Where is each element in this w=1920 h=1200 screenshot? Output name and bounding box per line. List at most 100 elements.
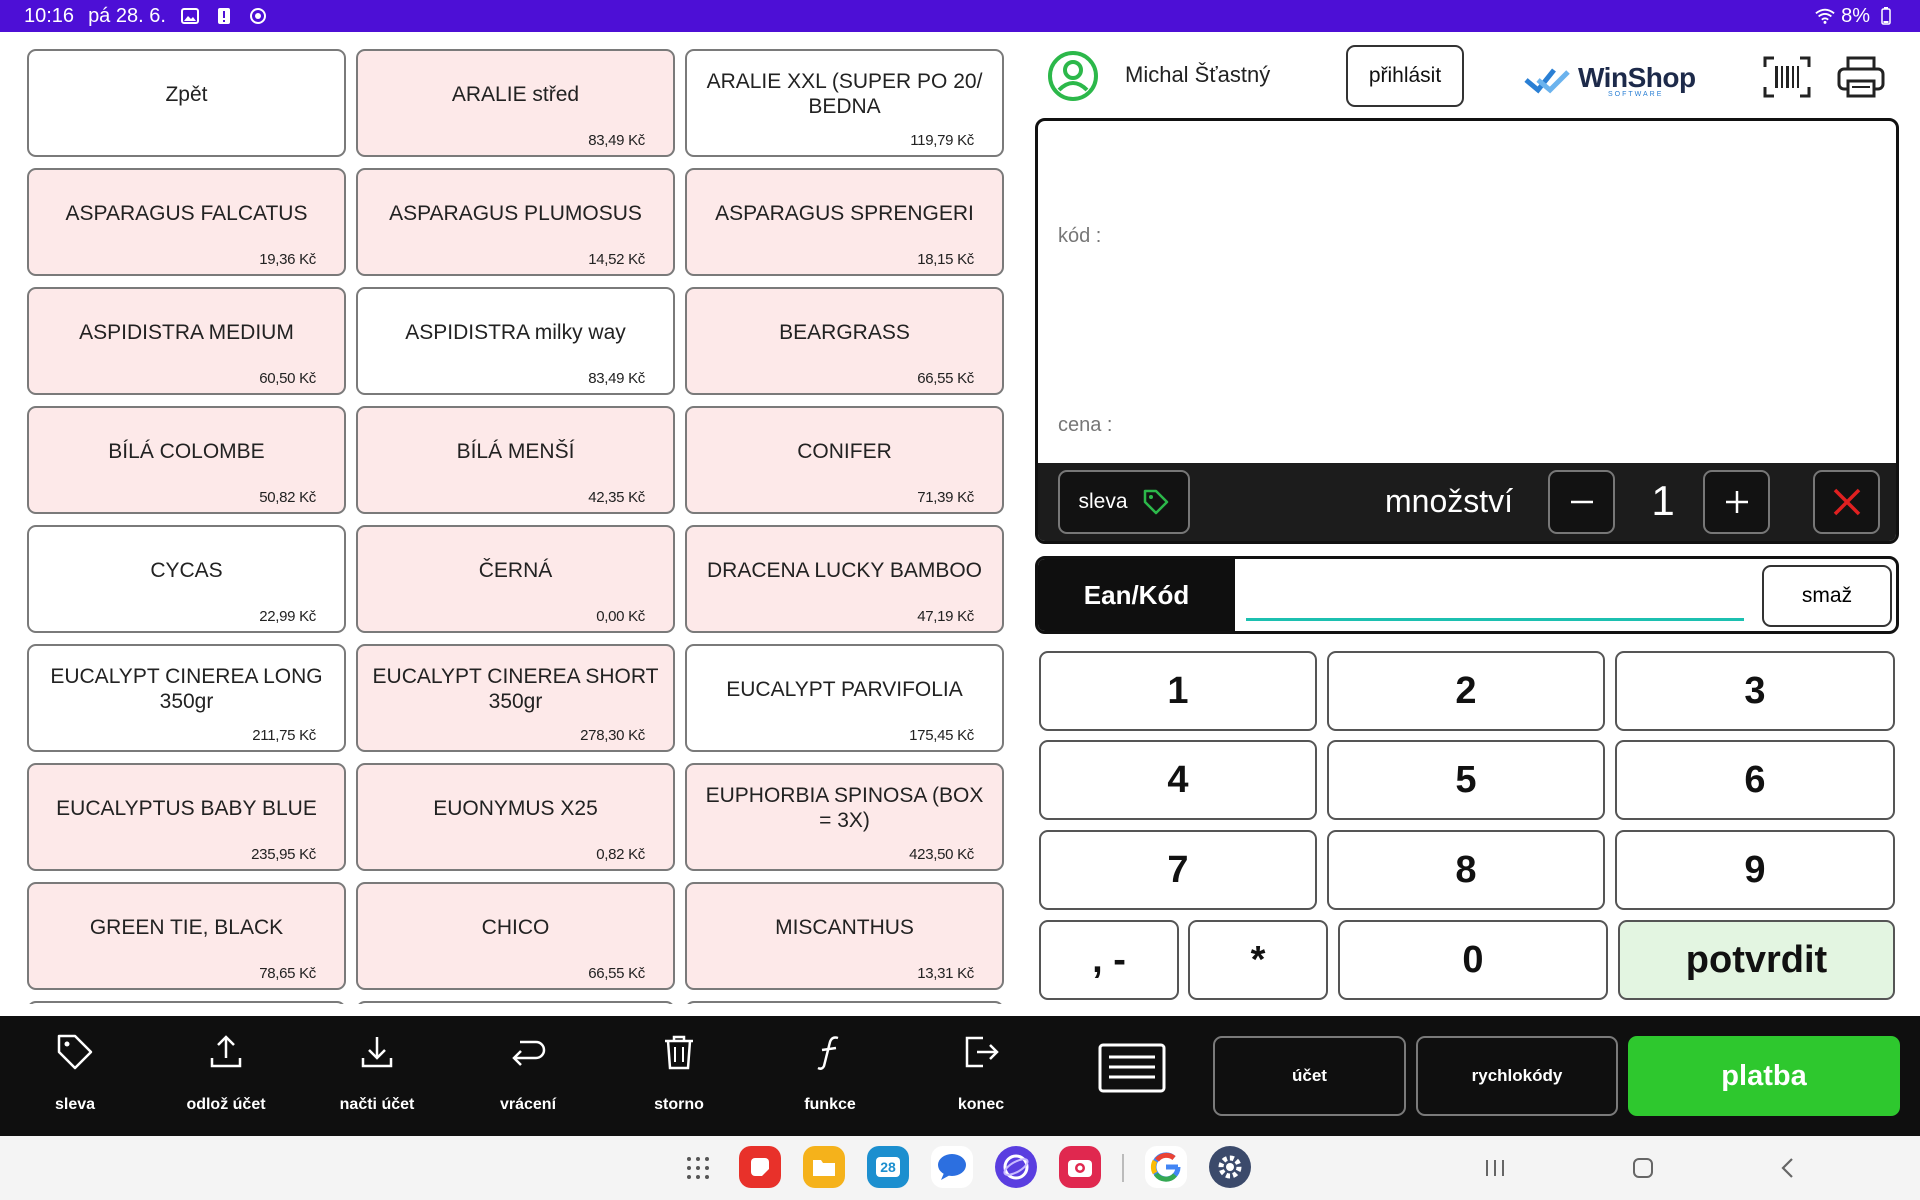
product-price: 66,55 Kč [588, 965, 645, 982]
key-1[interactable]: 1 [1039, 651, 1317, 731]
product-tile[interactable]: BEARGRASS 66,55 Kč [685, 287, 1004, 395]
quantity-label: množství [1385, 483, 1514, 519]
toolbar-exit-button[interactable]: konec [916, 1028, 1046, 1128]
key-8[interactable]: 8 [1327, 830, 1605, 910]
product-name: ARALIE střed [451, 82, 580, 106]
product-price: 22,99 Kč [259, 608, 316, 625]
key-5[interactable]: 5 [1327, 740, 1605, 820]
files-app-icon[interactable] [803, 1146, 845, 1188]
product-tile[interactable]: ARALIE XXL (SUPER PO 20/ BEDNA 119,79 Kč [685, 49, 1004, 157]
product-tile[interactable]: EUPHORBIA SPINOSA (BOX = 3X) 423,50 Kč [685, 763, 1004, 871]
product-name: Zpět [165, 82, 208, 106]
toolbar-label: odlož účet [186, 1096, 266, 1113]
user-name: Michal Šťastný [1125, 62, 1271, 87]
key-9[interactable]: 9 [1615, 830, 1895, 910]
product-tile[interactable]: EUCALYPT CINEREA LONG 350gr 211,75 Kč [27, 644, 346, 752]
product-tile[interactable]: ASPIDISTRA milky way 83,49 Kč [356, 287, 675, 395]
recent-apps-button[interactable] [1475, 1150, 1515, 1186]
quickcodes-button[interactable]: rychlokódy [1416, 1036, 1618, 1116]
notes-app-icon[interactable] [739, 1146, 781, 1188]
calendar-app-icon[interactable]: 28 [867, 1146, 909, 1188]
item-action-bar: sleva množství 1 [1038, 463, 1896, 541]
account-button[interactable]: účet [1213, 1036, 1406, 1116]
product-tile[interactable]: DRACENA LUCKY BAMBOO 47,19 Kč [685, 525, 1004, 633]
product-name: ARALIE XXL (SUPER PO 20/ BEDNA [706, 70, 983, 118]
user-avatar-icon[interactable] [1047, 50, 1099, 102]
product-tile[interactable]: EUCALYPT PARVIFOLIA 175,45 Kč [685, 644, 1004, 752]
messages-app-icon[interactable] [931, 1146, 973, 1188]
quantity-increase-button[interactable] [1703, 470, 1770, 534]
internet-app-icon[interactable] [995, 1146, 1037, 1188]
status-bar: 10:16 pá 28. 6. 8% [0, 0, 1920, 32]
product-price: 14,52 Kč [588, 251, 645, 268]
key-3[interactable]: 3 [1615, 651, 1895, 731]
app-drawer-icon[interactable] [678, 1150, 718, 1186]
confirm-button[interactable]: potvrdit [1618, 920, 1895, 1000]
product-tile[interactable]: ARALIE střed 83,49 Kč [356, 49, 675, 157]
remove-item-button[interactable] [1813, 470, 1880, 534]
product-tile[interactable]: GREEN TIE, BLACK 78,65 Kč [27, 882, 346, 990]
toolbar-label: konec [957, 1096, 1005, 1113]
pay-button[interactable]: platba [1628, 1036, 1900, 1116]
home-button[interactable] [1623, 1150, 1663, 1186]
product-tile[interactable]: EUCALYPTUS BABY BLUE 235,95 Kč [27, 763, 346, 871]
product-price: 66,55 Kč [917, 370, 974, 387]
barcode-scan-icon[interactable] [1762, 55, 1812, 99]
product-tile[interactable]: BÍLÁ COLOMBE 50,82 Kč [27, 406, 346, 514]
key-7[interactable]: 7 [1039, 830, 1317, 910]
product-price: 50,82 Kč [259, 489, 316, 506]
status-time: 10:16 [24, 4, 75, 27]
product-name: ASPARAGUS PLUMOSUS [389, 201, 642, 225]
key-asterisk[interactable]: * [1188, 920, 1328, 1000]
toolbar-discount-button[interactable]: sleva [10, 1028, 140, 1128]
key-4[interactable]: 4 [1039, 740, 1317, 820]
toolbar-functions-button[interactable]: funkce [765, 1028, 895, 1128]
key-0[interactable]: 0 [1338, 920, 1608, 1000]
settings-app-icon[interactable] [1209, 1146, 1251, 1188]
product-tile[interactable]: MISCANTHUS 13,31 Kč [685, 882, 1004, 990]
product-tile[interactable]: ASPARAGUS SPRENGERI 18,15 Kč [685, 168, 1004, 276]
product-name: BÍLÁ COLOMBE [108, 439, 265, 463]
toolbar-cancel-button[interactable]: storno [614, 1028, 744, 1128]
nav-divider [1122, 1154, 1124, 1182]
product-price: 18,15 Kč [917, 251, 974, 268]
key-6[interactable]: 6 [1615, 740, 1895, 820]
back-button[interactable] [1768, 1150, 1808, 1186]
toolbar-return-button[interactable]: vrácení [463, 1028, 593, 1128]
quantity-decrease-button[interactable] [1548, 470, 1615, 534]
product-price: 19,36 Kč [259, 251, 316, 268]
back-tile-button[interactable]: Zpět [27, 49, 346, 157]
printer-icon[interactable] [1836, 55, 1886, 99]
product-tile[interactable]: ASPARAGUS FALCATUS 19,36 Kč [27, 168, 346, 276]
ean-label: Ean/Kód [1038, 559, 1235, 631]
product-tile[interactable]: ASPIDISTRA MEDIUM 60,50 Kč [27, 287, 346, 395]
toolbar-label: vrácení [499, 1096, 557, 1113]
minus-icon [1570, 500, 1593, 504]
product-tile[interactable] [27, 1001, 346, 1004]
product-name: CONIFER [797, 439, 892, 463]
product-tile[interactable] [356, 1001, 675, 1004]
item-discount-button[interactable]: sleva [1058, 470, 1190, 534]
product-tile[interactable]: EUONYMUS X25 0,82 Kč [356, 763, 675, 871]
product-tile[interactable]: BÍLÁ MENŠÍ 42,35 Kč [356, 406, 675, 514]
key-comma-minus[interactable]: , - [1039, 920, 1179, 1000]
product-name: GREEN TIE, BLACK [89, 915, 284, 939]
toolbar-load-account-button[interactable]: načti účet [312, 1028, 442, 1128]
product-tile[interactable]: ČERNÁ 0,00 Kč [356, 525, 675, 633]
login-button[interactable]: přihlásit [1346, 45, 1464, 107]
clear-button[interactable]: smaž [1762, 565, 1892, 627]
product-tile[interactable]: CONIFER 71,39 Kč [685, 406, 1004, 514]
product-tile[interactable]: EUCALYPT CINEREA SHORT 350gr 278,30 Kč [356, 644, 675, 752]
camera-app-icon[interactable] [1059, 1146, 1101, 1188]
key-2[interactable]: 2 [1327, 651, 1605, 731]
product-price: 211,75 Kč [252, 727, 316, 744]
ean-input[interactable] [1246, 569, 1744, 621]
product-tile[interactable]: CHICO 66,55 Kč [356, 882, 675, 990]
keyboard-icon[interactable] [1097, 1042, 1167, 1094]
product-tile[interactable]: ASPARAGUS PLUMOSUS 14,52 Kč [356, 168, 675, 276]
product-tile[interactable]: CYCAS 22,99 Kč [27, 525, 346, 633]
google-app-icon[interactable] [1145, 1146, 1187, 1188]
product-tile[interactable] [685, 1001, 1004, 1004]
product-price: 119,79 Kč [910, 132, 974, 149]
toolbar-hold-account-button[interactable]: odlož účet [161, 1028, 291, 1128]
